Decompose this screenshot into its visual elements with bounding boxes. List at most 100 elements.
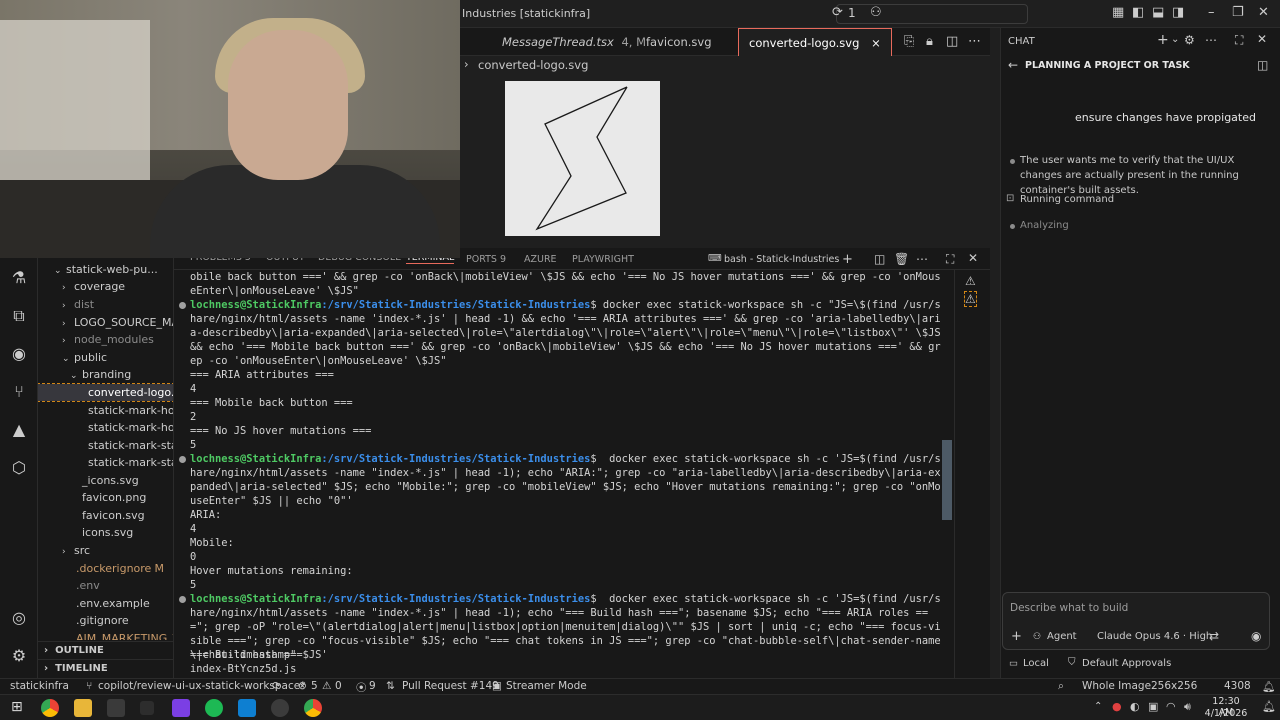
tray-icon[interactable]: ● [1112, 700, 1122, 713]
tree-file[interactable]: favicon.png [38, 489, 173, 506]
streamer-mode[interactable]: Streamer Mode [506, 680, 587, 692]
model-dropdown[interactable]: Claude Opus 4.6 · High [1097, 631, 1212, 642]
maximize-icon[interactable]: ❐ [1232, 5, 1244, 20]
tree-folder-dist[interactable]: › dist [38, 296, 173, 313]
close-window-icon[interactable]: ✕ [1258, 5, 1269, 20]
tree-file-env[interactable]: .env [38, 577, 173, 594]
tree-folder-node-modules[interactable]: › node_modules [38, 331, 173, 348]
approvals-dropdown[interactable]: Default Approvals [1082, 658, 1171, 669]
clock-date[interactable]: 4/1/2026 [1204, 708, 1248, 719]
tree-file[interactable]: statick-mark-hov... [38, 419, 173, 436]
timeline-section[interactable]: › TIMELINE [38, 659, 173, 677]
minimize-icon[interactable]: – [1208, 5, 1215, 20]
extensions-icon[interactable]: ⧉ [9, 306, 29, 326]
file-explorer-icon[interactable] [74, 699, 92, 717]
more-icon[interactable]: ⋯ [916, 252, 928, 266]
bell-icon[interactable]: 🔔︎ [1262, 680, 1275, 693]
command-center[interactable] [836, 4, 1028, 24]
github-icon[interactable]: ◉ [9, 344, 29, 364]
account-icon[interactable]: ◎ [9, 608, 29, 628]
layout-icon[interactable]: ▦ [1112, 5, 1124, 20]
trash-icon[interactable]: 🗑︎ [894, 252, 909, 266]
wifi-icon[interactable]: ◠ [1166, 700, 1176, 713]
tree-file[interactable]: favicon.svg [38, 507, 173, 524]
app-icon[interactable] [271, 699, 289, 717]
maximize-icon[interactable]: ⛶ [1235, 33, 1243, 48]
zoom-level[interactable]: Whole Image [1082, 680, 1151, 692]
more-icon[interactable]: ⋯ [1205, 33, 1217, 47]
chrome-icon[interactable] [41, 699, 59, 717]
docker-icon[interactable]: ⬡ [9, 458, 29, 478]
tree-file[interactable]: statick-mark-stat... [38, 437, 173, 454]
tab-ports[interactable]: PORTS 9 [466, 254, 506, 265]
split-editor-icon[interactable]: ◫ [946, 34, 958, 49]
ports-count[interactable]: 9 [369, 680, 376, 692]
chevron-down-icon[interactable]: ⌄ [1171, 34, 1179, 45]
tree-file[interactable]: icons.svg [38, 524, 173, 541]
tray-icon[interactable]: ◐ [1130, 700, 1140, 713]
app-icon[interactable] [107, 699, 125, 717]
windows-start-icon[interactable]: ⊞ [11, 699, 23, 715]
breadcrumb-file[interactable]: converted-logo.svg [478, 58, 588, 72]
sidebar-toggle-icon[interactable]: ◧ [1132, 5, 1144, 20]
tree-file-converted-logo[interactable]: converted-logo.s... [38, 383, 173, 402]
warning-icon[interactable]: ⚠ [965, 274, 976, 288]
tree-folder-coverage[interactable]: › coverage [38, 278, 173, 295]
tray-chevron-icon[interactable]: ⌃ [1094, 701, 1102, 712]
chat-input-box[interactable]: Describe what to build + ⚇ Agent Claude … [1002, 592, 1270, 650]
outline-section[interactable]: › OUTLINE [38, 641, 173, 659]
spotify-icon[interactable] [205, 699, 223, 717]
terminal-scrollbar-thumb[interactable] [942, 440, 952, 520]
split-terminal-icon[interactable]: ◫ [874, 252, 885, 266]
app-icon[interactable] [140, 701, 154, 715]
tree-folder-logo-source[interactable]: › LOGO_SOURCE_MA... [38, 314, 173, 331]
copilot-icon[interactable]: ⚇ [870, 5, 882, 20]
error-count[interactable]: 5 [311, 680, 318, 692]
tab-azure[interactable]: AZURE [524, 254, 557, 265]
close-tab-icon[interactable]: × [871, 36, 881, 50]
close-icon[interactable]: ✕ [1257, 32, 1267, 46]
terminal-output[interactable]: obile back button ===' && grep -co 'onBa… [174, 270, 954, 678]
tools-icon[interactable]: ⇄ [1209, 629, 1219, 643]
chrome-icon[interactable] [304, 699, 322, 717]
maximize-panel-icon[interactable]: ⛶ [946, 252, 954, 267]
app-icon[interactable] [172, 699, 190, 717]
more-actions-icon[interactable]: ⋯ [968, 34, 981, 49]
sync-icon[interactable]: ⟳ [272, 680, 281, 692]
volume-icon[interactable]: 🔊︎ [1184, 700, 1191, 714]
warning-count[interactable]: 0 [335, 680, 342, 692]
pull-request[interactable]: Pull Request #149 [402, 680, 499, 692]
tree-file[interactable]: statick-mark-stat... [38, 454, 173, 471]
remote-indicator[interactable]: statickinfra [10, 680, 69, 692]
gear-icon[interactable]: ⚙ [1184, 33, 1195, 47]
tree-file[interactable]: _icons.svg [38, 472, 173, 489]
tree-root[interactable]: ⌄ statick-web-pu... [38, 261, 173, 278]
tree-folder-branding[interactable]: ⌄ branding [38, 366, 173, 383]
notification-bell-icon[interactable]: 🔔︎ [1262, 700, 1276, 713]
back-arrow-icon[interactable]: ← [1008, 58, 1018, 72]
tray-icon[interactable]: ▣ [1148, 700, 1158, 713]
settings-gear-icon[interactable]: ⚙ [9, 646, 29, 666]
tree-file[interactable]: statick-mark-hov... [38, 402, 173, 419]
tree-folder-public[interactable]: ⌄ public [38, 349, 173, 366]
flask-icon[interactable]: ⚗ [9, 268, 29, 288]
new-terminal-icon[interactable]: + [842, 252, 853, 267]
mode-dropdown[interactable]: Agent [1047, 631, 1077, 642]
add-context-icon[interactable]: + [1011, 629, 1022, 644]
vscode-icon[interactable] [238, 699, 256, 717]
tree-file-env-example[interactable]: .env.example [38, 595, 173, 612]
sync-icon[interactable]: ⟳ [832, 5, 843, 20]
tree-file-dockerignore[interactable]: .dockerignore M [38, 560, 173, 577]
tab-playwright[interactable]: PLAYWRIGHT [572, 254, 634, 265]
source-control-icon[interactable]: ⑂ [9, 382, 29, 402]
azure-icon[interactable]: ▲ [9, 420, 29, 440]
lock-icon[interactable]: 🔒︎ [926, 34, 933, 49]
tree-folder-src[interactable]: › src [38, 542, 173, 559]
open-changes-icon[interactable]: ⎘ [904, 34, 914, 49]
toggle-sidebar-icon[interactable]: ◫ [1257, 58, 1268, 72]
tree-file-gitignore[interactable]: .gitignore [38, 612, 173, 629]
close-panel-icon[interactable]: ✕ [968, 251, 978, 265]
tab-messagethread[interactable]: MessageThread.tsx 4, M [492, 28, 656, 56]
stop-icon[interactable]: ◉ [1251, 629, 1261, 643]
tree-file-aim-marketing[interactable]: AIM_MARKETING_T... [38, 630, 173, 640]
